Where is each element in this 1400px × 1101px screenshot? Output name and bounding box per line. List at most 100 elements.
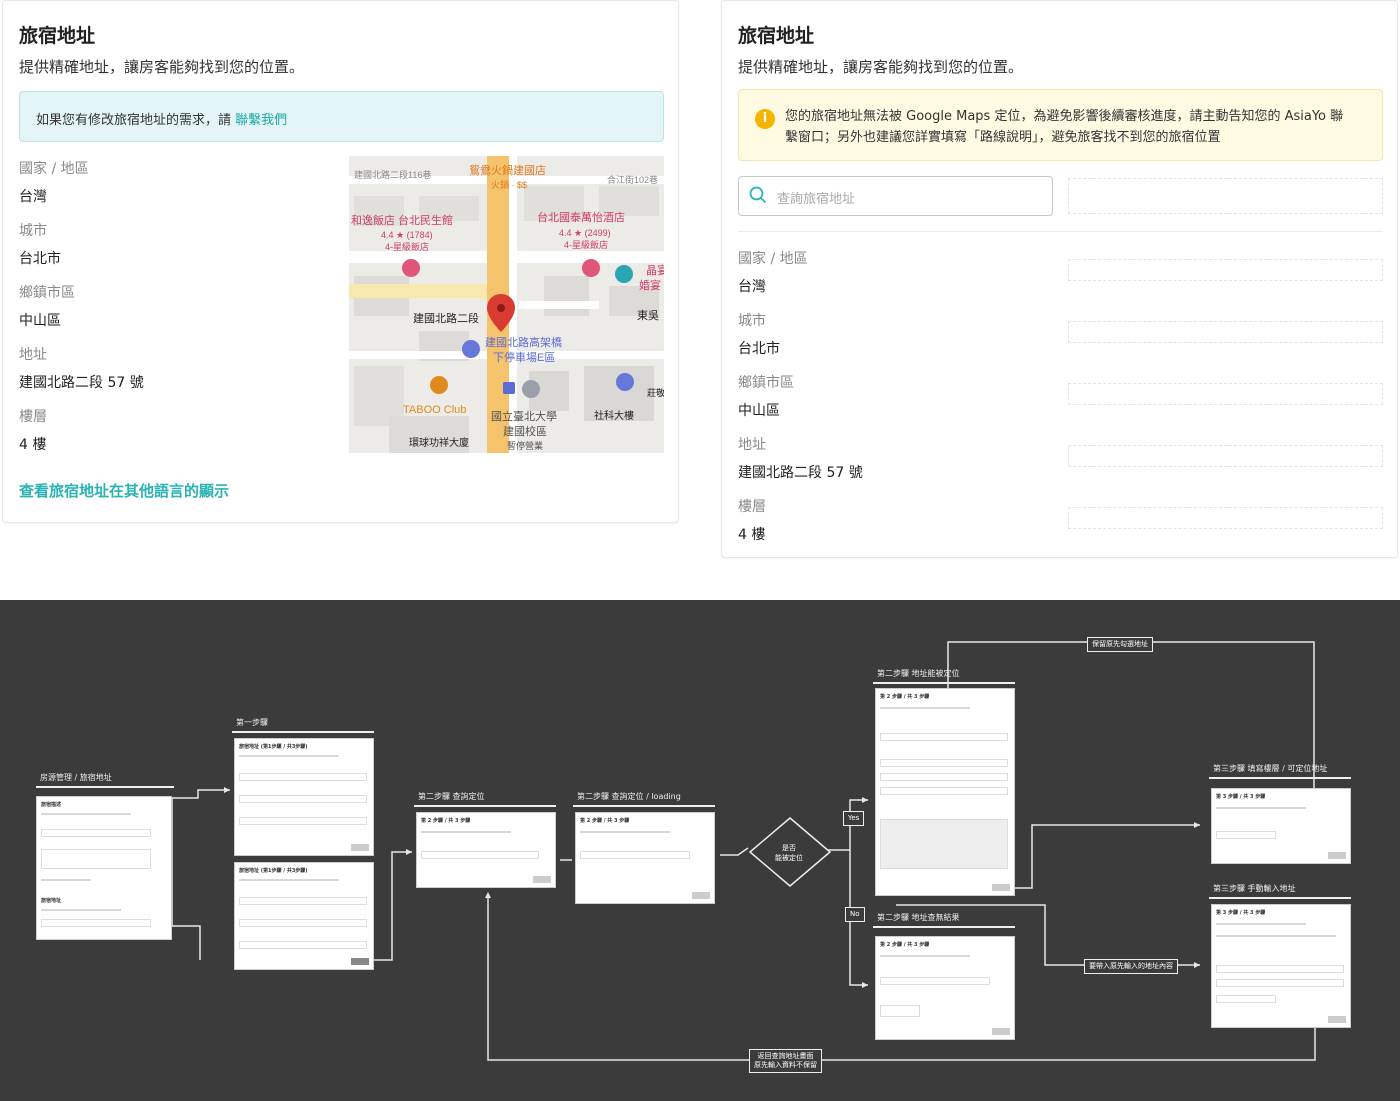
address-card-unverified: 旅宿地址 提供精確地址，讓房客能夠找到您的位置。 i 您的旅宿地址無法被 Goo… bbox=[721, 0, 1398, 558]
keep-address-label: 保留原先勾選地址 bbox=[1087, 637, 1153, 652]
floor-label: 樓層 bbox=[738, 499, 766, 515]
map-label-road: 建國北路二段 bbox=[413, 311, 479, 325]
frame-step3-floor: 第 3 步驟 / 共 3 步驟 bbox=[1211, 788, 1351, 864]
section-title-step2-none: 第二步驟 地址查無結果 bbox=[877, 913, 960, 922]
contact-us-link[interactable]: 聯繫我們 bbox=[235, 113, 287, 128]
map-label-hotel2-rating: 4.4 ★ (2499) bbox=[559, 228, 611, 238]
placeholder-slot bbox=[1068, 507, 1383, 529]
frame-step2-none-title: 第 2 步驟 / 共 3 步驟 bbox=[880, 942, 930, 948]
map-label-parking2: 下停車場E區 bbox=[493, 350, 555, 364]
search-icon bbox=[749, 186, 767, 204]
frame-step1-a: 旅宿地址 (第1步驟 / 共3步驟) bbox=[234, 738, 374, 856]
card-title: 旅宿地址 bbox=[738, 25, 815, 47]
decision-line-2: 能被定位 bbox=[775, 854, 803, 862]
section-title-step3-floor: 第三步驟 填寫樓層 / 可定位地址 bbox=[1213, 764, 1328, 773]
floor-value: 4 樓 bbox=[19, 437, 47, 453]
map-label-zhuangjing: 莊敬 bbox=[647, 387, 664, 398]
map-label-dongwu: 東吳 bbox=[637, 309, 659, 322]
hotel-pin-icon bbox=[402, 259, 420, 277]
section-title-step2-found: 第二步驟 地址能被定位 bbox=[877, 669, 960, 678]
map-label-building: 環球功祥大廈 bbox=[409, 436, 469, 449]
search-placeholder: 查詢旅宿地址 bbox=[777, 192, 856, 207]
map-label-social: 社科大樓 bbox=[594, 409, 634, 422]
map-label-university: 國立臺北大學 bbox=[491, 409, 557, 423]
country-label: 國家 / 地區 bbox=[738, 251, 808, 267]
frame-step2-query: 第 2 步驟 / 共 3 步驟 bbox=[416, 812, 556, 888]
section-title-step3-manual: 第三步驟 手動輸入地址 bbox=[1213, 884, 1296, 893]
warning-line-1: 您的旅宿地址無法被 Google Maps 定位，為避免影響後續審核進度，請主動… bbox=[785, 109, 1344, 124]
city-label: 城市 bbox=[738, 313, 766, 329]
parking-pin-icon bbox=[462, 340, 480, 358]
section-underline bbox=[414, 805, 556, 807]
yes-label: Yes bbox=[843, 811, 865, 826]
frame-step3-manual-title: 第 3 步驟 / 共 3 步驟 bbox=[1216, 910, 1266, 916]
section-title-step2-query: 第二步驟 查詢定位 bbox=[418, 792, 485, 801]
section-title-step1: 第一步驟 bbox=[236, 718, 268, 727]
floor-label: 樓層 bbox=[19, 409, 47, 425]
flow-diagram: 房源管理 / 旅宿地址 旅宿描述 旅宿地址 第一步驟 旅宿地址 (第1步驟 / … bbox=[0, 600, 1400, 1101]
frame-origin-title-a: 旅宿描述 bbox=[41, 802, 62, 808]
warning-alert: i 您的旅宿地址無法被 Google Maps 定位，為避免影響後續審核進度，請… bbox=[738, 89, 1383, 161]
section-title-origin: 房源管理 / 旅宿地址 bbox=[40, 773, 112, 782]
school-pin-icon bbox=[522, 380, 540, 398]
hotel-pin-icon-2 bbox=[582, 259, 600, 277]
card-title: 旅宿地址 bbox=[19, 25, 96, 47]
district-label: 鄉鎮市區 bbox=[19, 285, 75, 301]
back-line-1: 返回查詢地址畫面 bbox=[757, 1052, 814, 1060]
frame-step2-found-title: 第 2 步驟 / 共 3 步驟 bbox=[880, 694, 930, 700]
section-underline bbox=[573, 805, 715, 807]
bus-stop-icon bbox=[503, 382, 515, 394]
frame-step2-none: 第 2 步驟 / 共 3 步驟 bbox=[875, 936, 1015, 1040]
address-value: 建國北路二段 57 號 bbox=[19, 375, 144, 391]
country-label: 國家 / 地區 bbox=[19, 161, 89, 177]
frame-origin-title-b: 旅宿地址 bbox=[41, 898, 62, 904]
country-value: 台灣 bbox=[19, 189, 47, 205]
map-label-parking1: 建國北路高架橋 bbox=[485, 335, 562, 349]
country-value: 台灣 bbox=[738, 279, 766, 295]
placeholder-slot bbox=[1068, 178, 1383, 214]
map-label-hotel2: 台北國泰萬怡酒店 bbox=[537, 210, 625, 224]
map-label-campus: 建國校區 bbox=[503, 424, 547, 438]
location-map[interactable]: 建國北路二段116巷 合江街102巷 鴛鴦火鍋建國店 火鍋 · $$ 和逸飯店 … bbox=[349, 156, 664, 453]
card-subtitle: 提供精確地址，讓房客能夠找到您的位置。 bbox=[19, 58, 305, 76]
map-label-closed: 暫停營業 bbox=[507, 440, 543, 451]
map-label-banquet2: 婚宴 bbox=[639, 278, 661, 292]
warning-line-2: 繫窗口；另外也建議您詳實填寫「路線說明」，避免旅客找不到您的旅宿位置 bbox=[785, 130, 1221, 145]
frame-origin: 旅宿描述 旅宿地址 bbox=[36, 796, 172, 940]
banquet-pin-icon bbox=[615, 265, 633, 283]
frame-step1-a-title: 旅宿地址 (第1步驟 / 共3步驟) bbox=[239, 744, 308, 750]
city-label: 城市 bbox=[19, 223, 47, 239]
district-label: 鄉鎮市區 bbox=[738, 375, 794, 391]
city-value: 台北市 bbox=[738, 341, 780, 357]
address-search-input[interactable]: 查詢旅宿地址 bbox=[738, 176, 1053, 216]
bring-address-label: 要帶入原先輸入的地址內容 bbox=[1084, 959, 1178, 974]
frame-step3-floor-title: 第 3 步驟 / 共 3 步驟 bbox=[1216, 794, 1266, 800]
frame-step2-found: 第 2 步驟 / 共 3 步驟 bbox=[875, 688, 1015, 896]
section-underline bbox=[873, 682, 1015, 684]
map-label-taboo: TABOO Club bbox=[403, 404, 466, 416]
frame-step2-query-title: 第 2 步驟 / 共 3 步驟 bbox=[421, 818, 471, 824]
decision-line-1: 是否 bbox=[782, 844, 796, 852]
frame-step3-manual: 第 3 步驟 / 共 3 步驟 bbox=[1211, 904, 1351, 1028]
map-label-street: 合江街102巷 bbox=[607, 174, 658, 185]
address-value: 建國北路二段 57 號 bbox=[738, 465, 863, 481]
other-language-link[interactable]: 查看旅宿地址在其他語言的顯示 bbox=[19, 480, 229, 501]
placeholder-slot bbox=[1068, 383, 1383, 405]
city-value: 台北市 bbox=[19, 251, 61, 267]
map-label-hotpot-meta: 火鍋 · $$ bbox=[491, 179, 527, 190]
floor-value: 4 樓 bbox=[738, 527, 766, 543]
back-to-search-label: 返回查詢地址畫面 原先輸入資料不保留 bbox=[749, 1049, 822, 1073]
map-graphic: 建國北路二段116巷 合江街102巷 鴛鴦火鍋建國店 火鍋 · $$ 和逸飯店 … bbox=[349, 156, 664, 453]
address-label: 地址 bbox=[19, 347, 47, 363]
section-underline bbox=[36, 786, 174, 788]
placeholder-slot bbox=[1068, 321, 1383, 343]
decision-label: 是否 能被定位 bbox=[762, 843, 816, 863]
map-label-lane: 建國北路二段116巷 bbox=[354, 169, 431, 180]
placeholder-slot bbox=[1068, 445, 1383, 467]
parking-pin-icon-2 bbox=[616, 373, 634, 391]
district-value: 中山區 bbox=[19, 313, 61, 329]
frame-step1-b: 旅宿地址 (第1步驟 / 共3步驟) bbox=[234, 862, 374, 970]
frame-step2-loading: 第 2 步驟 / 共 3 步驟 bbox=[575, 812, 715, 904]
map-label-hotpot: 鴛鴦火鍋建國店 bbox=[469, 163, 546, 177]
placeholder-slot bbox=[1068, 259, 1383, 281]
